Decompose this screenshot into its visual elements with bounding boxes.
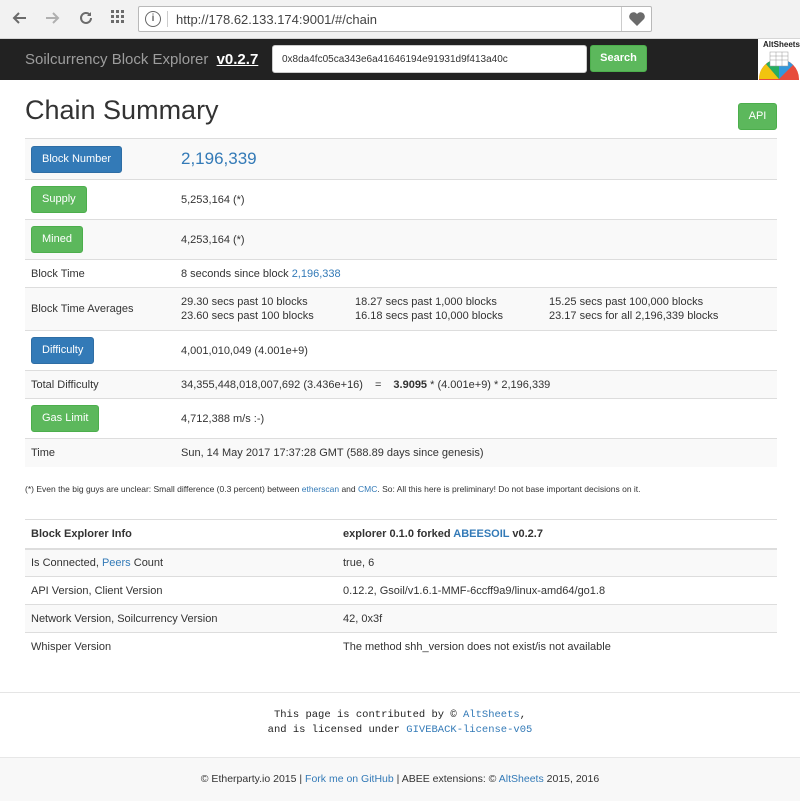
footer-text: 2015, 2016	[546, 773, 600, 785]
abeesoil-link[interactable]: ABEESOIL	[453, 528, 509, 540]
license-text: and is licensed under	[267, 724, 400, 736]
peers-link[interactable]: Peers	[102, 557, 131, 569]
search-input[interactable]	[272, 45, 587, 73]
reload-icon[interactable]	[76, 8, 96, 28]
supply-value: 5,253,164 (*)	[175, 179, 777, 220]
previous-block-link[interactable]: 2,196,338	[292, 268, 341, 280]
back-arrow-icon[interactable]	[10, 8, 30, 28]
info-header-label: Block Explorer Info	[25, 519, 337, 550]
apps-grid-icon[interactable]	[108, 8, 128, 28]
footer: © Etherparty.io 2015 | Fork me on GitHub…	[0, 757, 800, 801]
contrib-text: This page is contributed by ©	[273, 709, 457, 721]
brand[interactable]: Soilcurrency Block Explorer v0.2.7	[25, 51, 258, 68]
table-row: Time Sun, 14 May 2017 17:37:28 GMT (588.…	[25, 438, 777, 467]
network-version-value: 42, 0x3f	[337, 604, 777, 633]
site-info-icon[interactable]: i	[145, 11, 161, 27]
connected-label: Is Connected,	[31, 556, 99, 569]
total-difficulty-value: 34,355,448,018,007,692 (3.436e+16)	[181, 378, 363, 391]
average-item: 16.18 secs past 10,000 blocks	[355, 310, 503, 322]
table-row: Difficulty 4,001,010,049 (4.001e+9)	[25, 330, 777, 371]
supply-button[interactable]: Supply	[31, 186, 87, 213]
brand-version-link[interactable]: v0.2.7	[217, 51, 259, 68]
info-header-version: v0.2.7	[512, 527, 543, 540]
average-item: 18.27 secs past 1,000 blocks	[355, 296, 497, 308]
table-row: API Version, Client Version 0.12.2, Gsoi…	[25, 576, 777, 605]
table-row: Whisper Version The method shh_version d…	[25, 632, 777, 661]
average-item: 23.17 secs for all 2,196,339 blocks	[549, 310, 719, 322]
block-time-averages-label: Block Time Averages	[25, 287, 175, 331]
cmc-link[interactable]: CMC	[358, 484, 377, 494]
address-bar[interactable]: i http://178.62.133.174:9001/#/chain	[138, 6, 652, 32]
table-row: Mined 4,253,164 (*)	[25, 219, 777, 260]
top-navbar: Soilcurrency Block Explorer v0.2.7 Searc…	[0, 39, 800, 80]
block-time-text: 8 seconds since block	[181, 267, 289, 280]
page-title: Chain Summary	[25, 95, 219, 125]
favorite-heart-icon[interactable]	[621, 7, 651, 31]
footer-text: | ABEE extensions: ©	[396, 773, 497, 785]
forward-arrow-icon[interactable]	[42, 8, 62, 28]
footnote-text: . So: All this here is preliminary! Do n…	[377, 484, 641, 494]
total-difficulty-formula: * (4.001e+9) * 2,196,339	[430, 378, 551, 391]
chain-summary-table: Block Number 2,196,339 Supply 5,253,164 …	[25, 138, 777, 467]
difficulty-value: 4,001,010,049 (4.001e+9)	[175, 330, 777, 371]
divider	[0, 692, 800, 693]
footnote-text: and	[341, 484, 356, 494]
average-item: 29.30 secs past 10 blocks	[181, 296, 308, 308]
connected-label-suffix: Count	[133, 556, 164, 569]
total-difficulty-label: Total Difficulty	[25, 370, 175, 399]
mined-value: 4,253,164 (*)	[175, 219, 777, 260]
time-label: Time	[25, 438, 175, 467]
table-row: Total Difficulty 34,355,448,018,007,692 …	[25, 370, 777, 399]
table-row: Network Version, Soilcurrency Version 42…	[25, 604, 777, 633]
connected-value: true, 6	[337, 548, 777, 577]
table-row: Block Number 2,196,339	[25, 138, 777, 180]
block-time-averages: 29.30 secs past 10 blocks 18.27 secs pas…	[181, 296, 771, 322]
gas-limit-button[interactable]: Gas Limit	[31, 405, 100, 432]
footer-text: © Etherparty.io 2015 |	[200, 773, 303, 785]
table-row: Block Time 8 seconds since block 2,196,3…	[25, 259, 777, 288]
average-item: 15.25 secs past 100,000 blocks	[549, 296, 704, 308]
gas-limit-value: 4,712,388 m/s :-)	[175, 398, 777, 439]
info-header-text: explorer 0.1.0 forked	[343, 527, 451, 540]
address-divider	[167, 11, 168, 27]
etherscan-link[interactable]: etherscan	[302, 484, 339, 494]
table-row: Supply 5,253,164 (*)	[25, 179, 777, 220]
search-button[interactable]: Search	[590, 45, 647, 72]
address-url[interactable]: http://178.62.133.174:9001/#/chain	[176, 12, 377, 27]
api-version-value: 0.12.2, Gsoil/v1.6.1-MMF-6ccff9a9/linux-…	[337, 576, 777, 605]
network-version-label: Network Version, Soilcurrency Version	[25, 604, 337, 633]
whisper-version-value: The method shh_version does not exist/is…	[337, 632, 777, 661]
table-header-row: Block Explorer Info explorer 0.1.0 forke…	[25, 519, 777, 550]
explorer-info-table: Block Explorer Info explorer 0.1.0 forke…	[25, 519, 777, 661]
difficulty-button[interactable]: Difficulty	[31, 337, 95, 364]
browser-toolbar: i http://178.62.133.174:9001/#/chain	[0, 0, 800, 39]
logo-graphic	[759, 51, 799, 80]
mined-button[interactable]: Mined	[31, 226, 83, 253]
block-number-value[interactable]: 2,196,339	[181, 149, 257, 168]
table-row: Is Connected, Peers Count true, 6	[25, 548, 777, 577]
whisper-version-label: Whisper Version	[25, 632, 337, 661]
footnote: (*) Even the big guys are unclear: Small…	[25, 484, 641, 494]
brand-title[interactable]: Soilcurrency Block Explorer	[25, 51, 208, 68]
table-row: Block Time Averages 29.30 secs past 10 b…	[25, 287, 777, 331]
api-version-label: API Version, Client Version	[25, 576, 337, 605]
average-item: 23.60 secs past 100 blocks	[181, 310, 314, 322]
total-difficulty-factor: 3.9095	[393, 378, 428, 391]
altsheets-logo[interactable]: AltSheets	[758, 39, 800, 80]
footer-altsheets-link[interactable]: AltSheets	[499, 773, 544, 785]
equals-sign: =	[374, 378, 382, 391]
contribution-notice: This page is contributed by © AltSheets,…	[0, 708, 800, 738]
api-button[interactable]: API	[738, 103, 777, 130]
time-value: Sun, 14 May 2017 17:37:28 GMT (588.89 da…	[175, 438, 777, 467]
altsheets-link[interactable]: AltSheets	[463, 709, 520, 721]
contrib-text: ,	[519, 709, 527, 721]
block-time-label: Block Time	[25, 259, 175, 288]
table-row: Gas Limit 4,712,388 m/s :-)	[25, 398, 777, 439]
license-link[interactable]: GIVEBACK-license-v05	[406, 724, 532, 736]
github-link[interactable]: Fork me on GitHub	[305, 773, 394, 785]
footnote-text: (*) Even the big guys are unclear: Small…	[25, 484, 300, 494]
block-number-button[interactable]: Block Number	[31, 145, 123, 173]
